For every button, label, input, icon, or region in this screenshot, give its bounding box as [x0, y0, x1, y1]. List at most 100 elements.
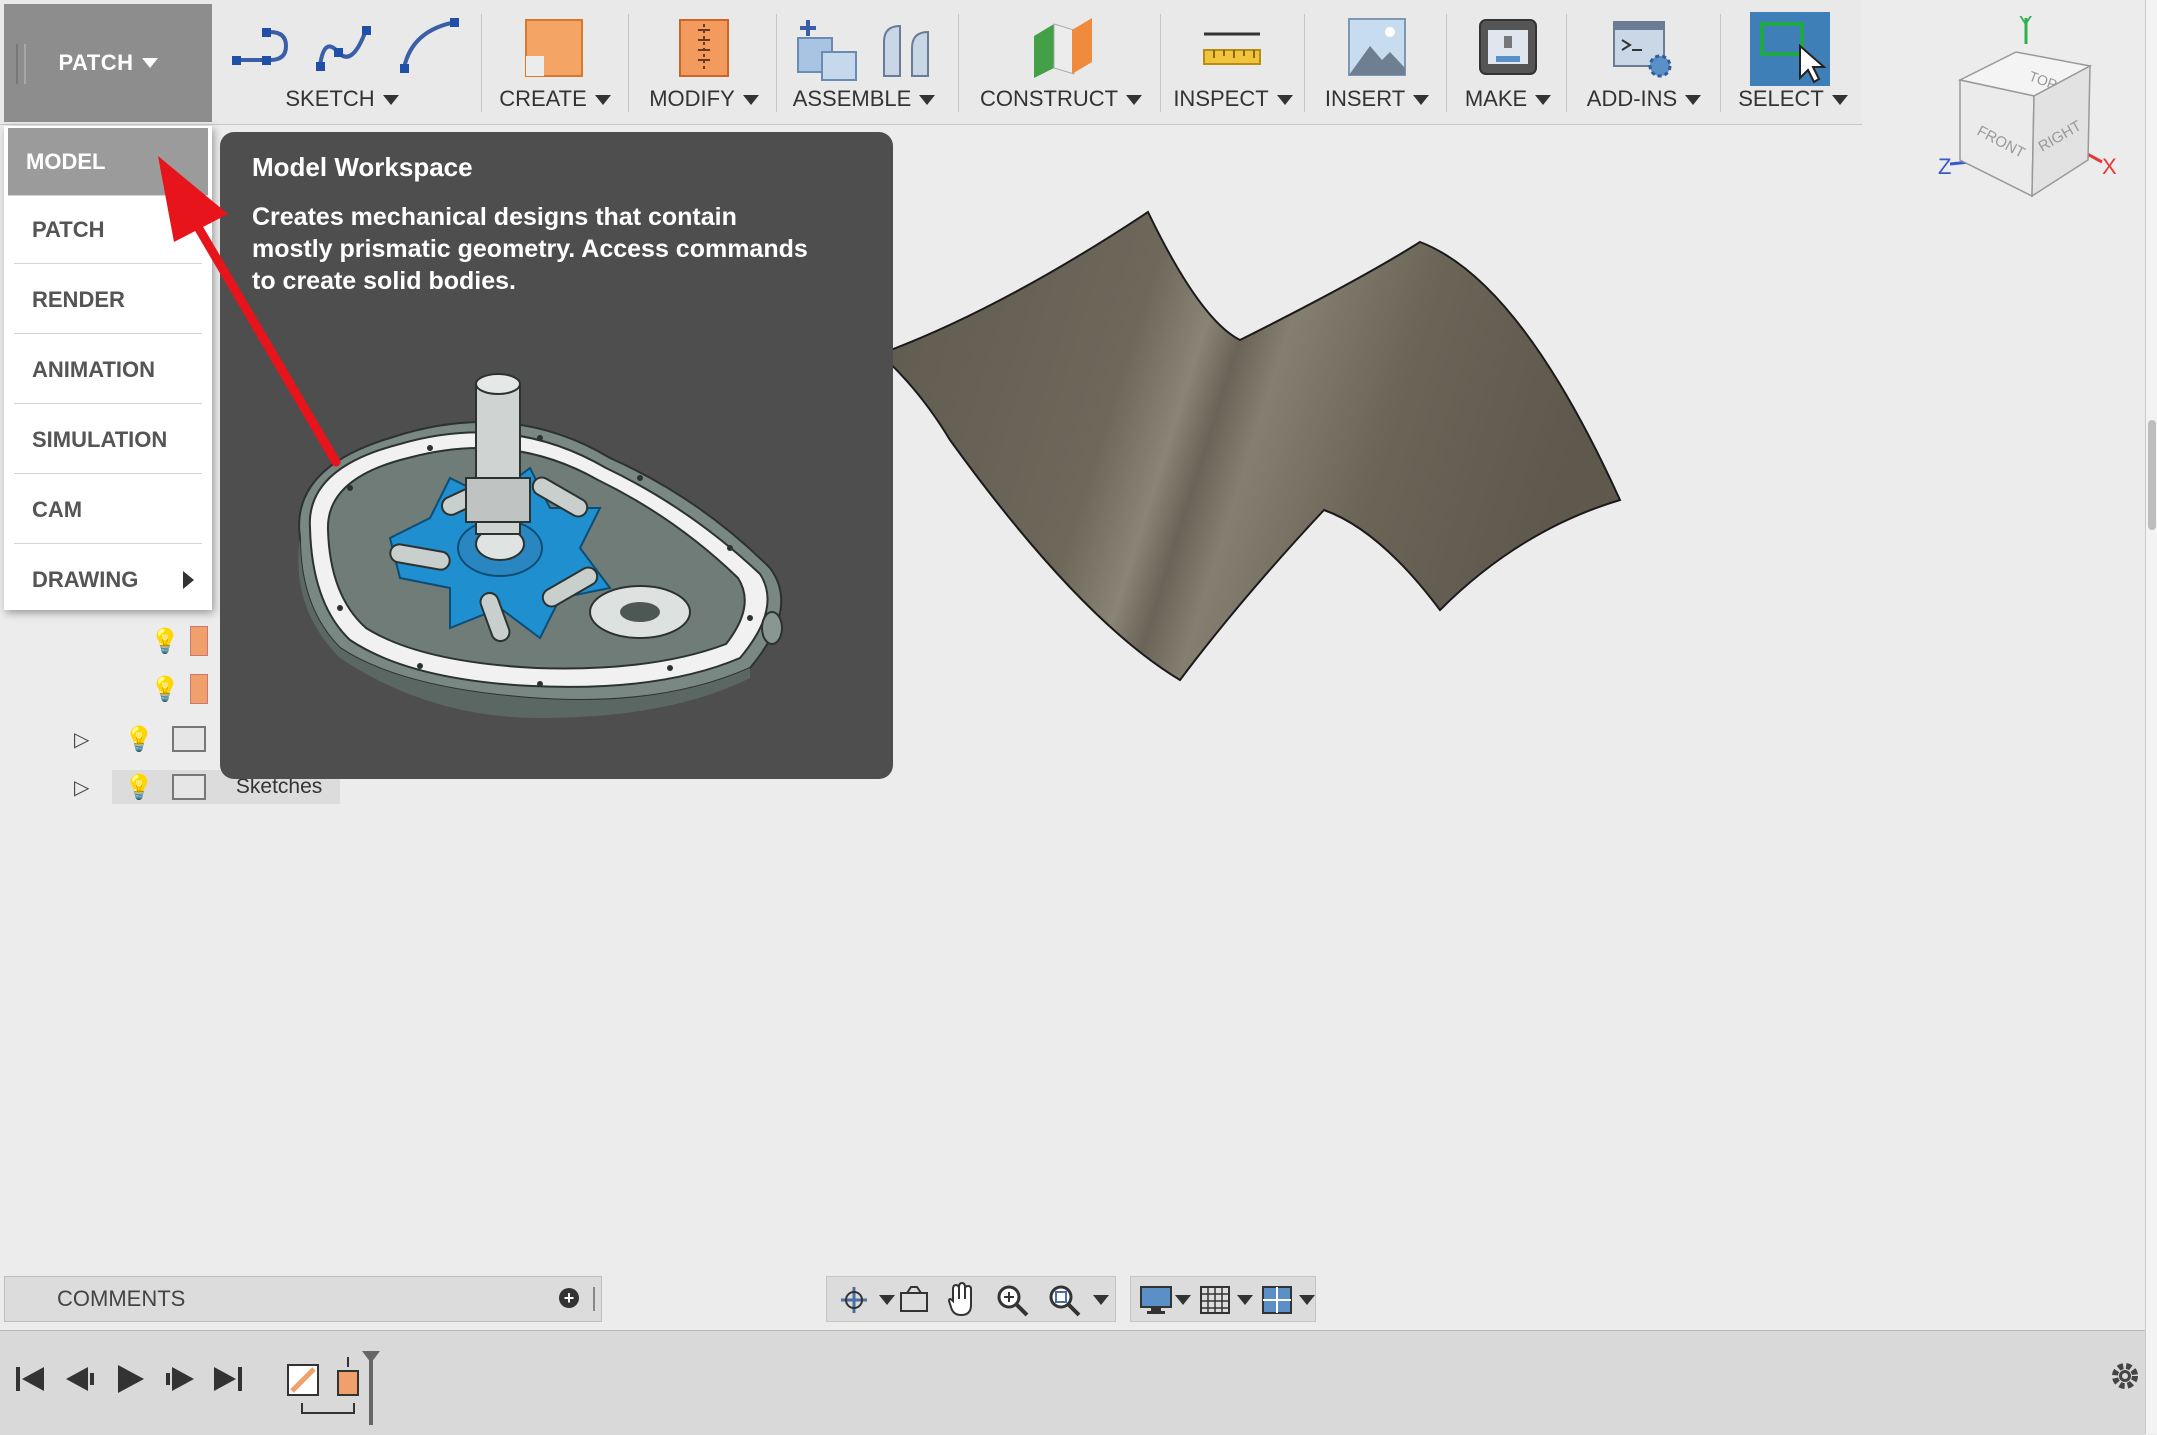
view-cube[interactable]: TOP FRONT RIGHT Y Z X [1930, 10, 2126, 210]
submenu-arrow-icon [183, 571, 194, 589]
toolbar-group-modify[interactable]: MODIFY [636, 0, 772, 124]
toolbar-label-assemble: ASSEMBLE [784, 86, 944, 112]
scrollbar-thumb[interactable] [2148, 420, 2156, 530]
play-icon[interactable] [118, 1365, 144, 1393]
line-icon[interactable] [230, 16, 294, 76]
toolbar-separator [1720, 14, 1721, 112]
orbit-icon[interactable] [837, 1283, 871, 1317]
gear-icon[interactable] [2108, 1359, 2142, 1393]
patch-surface[interactable] [880, 200, 1640, 690]
toolbar-label-modify: MODIFY [636, 86, 772, 112]
timeline-features [287, 1351, 380, 1425]
body-icon [189, 674, 208, 704]
joint-icon[interactable] [876, 18, 940, 82]
toolbar-group-create[interactable]: CREATE [490, 0, 620, 124]
toolbar-group-insert[interactable]: INSERT [1312, 0, 1442, 124]
create-box-icon[interactable] [522, 16, 586, 80]
zoom-icon[interactable] [995, 1283, 1031, 1319]
grid-icon[interactable] [1199, 1285, 1231, 1315]
expand-triangle-icon[interactable]: ▷ [74, 727, 104, 752]
viewports-icon[interactable] [1261, 1285, 1293, 1315]
toolbar-group-add-ins[interactable]: ADD-INS [1574, 0, 1714, 124]
toolbar-group-select[interactable]: SELECT [1728, 0, 1858, 124]
navigation-bar [826, 1276, 1316, 1322]
chevron-down-icon[interactable] [879, 1295, 895, 1305]
lightbulb-icon[interactable]: 💡 [150, 627, 180, 656]
workspace-switcher-button[interactable]: PATCH [4, 4, 212, 122]
main-toolbar: PATCH SKETCH CREATE MODIFY ASSEMBLE CONS… [0, 0, 1862, 125]
chevron-down-icon[interactable] [1093, 1295, 1109, 1305]
sketch-feature-icon[interactable] [287, 1364, 319, 1396]
nav-group-orbit [826, 1276, 1116, 1322]
tree-row-folder[interactable]: ▷ 💡 [74, 722, 206, 756]
toolbar-group-assemble[interactable]: ASSEMBLE [784, 0, 944, 124]
spline-icon[interactable] [314, 16, 378, 76]
annotation-arrow [158, 156, 341, 467]
toolbar-separator [776, 14, 777, 112]
toolbar-separator [1446, 14, 1447, 112]
toolbar-separator [481, 14, 482, 112]
lightbulb-icon[interactable]: 💡 [150, 675, 180, 704]
measure-icon[interactable] [1200, 28, 1264, 68]
arc-icon[interactable] [398, 16, 462, 76]
folder-icon [171, 774, 206, 800]
chevron-down-icon[interactable] [1299, 1295, 1315, 1305]
toolbar-label-make: MAKE [1454, 86, 1562, 112]
chevron-down-icon[interactable] [1175, 1295, 1191, 1305]
lightbulb-icon[interactable]: 💡 [124, 725, 154, 754]
go-to-start-icon[interactable] [16, 1367, 44, 1391]
toolbar-label-insert: INSERT [1312, 86, 1442, 112]
toolbar-separator [628, 14, 629, 112]
look-at-icon[interactable] [897, 1285, 931, 1315]
playback-controls [16, 1365, 242, 1393]
body-icon [189, 626, 208, 656]
toolbar-group-inspect[interactable]: INSPECT [1168, 0, 1298, 124]
axis-x-label: X [2102, 154, 2117, 179]
toolbar-group-construct[interactable]: CONSTRUCT [966, 0, 1156, 124]
chevron-down-icon[interactable] [1237, 1295, 1253, 1305]
toolbar-separator [1566, 14, 1567, 112]
3d-print-icon[interactable] [1476, 16, 1540, 78]
vertical-scrollbar[interactable] [2145, 0, 2157, 1434]
workspace-item-cam[interactable]: CAM [14, 476, 202, 544]
extrude-feature-icon[interactable] [337, 1357, 359, 1396]
axis-y-label: Y [2019, 13, 2032, 35]
toolbar-separator [958, 14, 959, 112]
tree-row[interactable]: 💡 [150, 624, 208, 658]
toolbar-separator [1304, 14, 1305, 112]
fit-icon[interactable] [1047, 1283, 1083, 1319]
workspace-item-drawing[interactable]: DRAWING [14, 546, 202, 614]
new-component-icon[interactable] [794, 18, 864, 84]
select-window-icon[interactable] [1750, 12, 1830, 86]
step-back-icon[interactable] [66, 1367, 94, 1391]
pan-hand-icon[interactable] [945, 1281, 979, 1319]
construct-plane-icon[interactable] [1028, 16, 1098, 80]
modify-icon[interactable] [676, 16, 732, 80]
lightbulb-icon[interactable]: 💡 [124, 773, 154, 802]
panel-grip[interactable] [593, 1287, 595, 1311]
toolbar-group-sketch[interactable]: SKETCH [222, 0, 462, 124]
toolbar-grip [16, 44, 26, 84]
folder-icon [171, 726, 206, 752]
toolbar-label-create: CREATE [490, 86, 620, 112]
expand-triangle-icon[interactable]: ▷ [74, 775, 104, 800]
axis-z-label: Z [1938, 154, 1951, 179]
nav-group-display [1130, 1276, 1316, 1322]
scripts-icon[interactable] [1610, 16, 1676, 80]
comments-panel[interactable]: COMMENTS + [4, 1276, 602, 1322]
chevron-down-icon [141, 58, 158, 68]
timeline-marker[interactable] [362, 1351, 380, 1425]
insert-image-icon[interactable] [1346, 16, 1408, 78]
comments-label: COMMENTS [57, 1286, 186, 1311]
timeline-bar [0, 1330, 2145, 1435]
add-comment-icon[interactable]: + [559, 1288, 579, 1308]
toolbar-separator [1160, 14, 1161, 112]
tree-row[interactable]: 💡 [150, 672, 208, 706]
display-settings-icon[interactable] [1139, 1285, 1173, 1315]
go-to-end-icon[interactable] [214, 1367, 242, 1391]
toolbar-group-make[interactable]: MAKE [1454, 0, 1562, 124]
workspace-label: PATCH [58, 50, 134, 75]
toolbar-label-sketch: SKETCH [222, 86, 462, 112]
toolbar-label-add-ins: ADD-INS [1574, 86, 1714, 112]
step-forward-icon[interactable] [166, 1367, 194, 1391]
